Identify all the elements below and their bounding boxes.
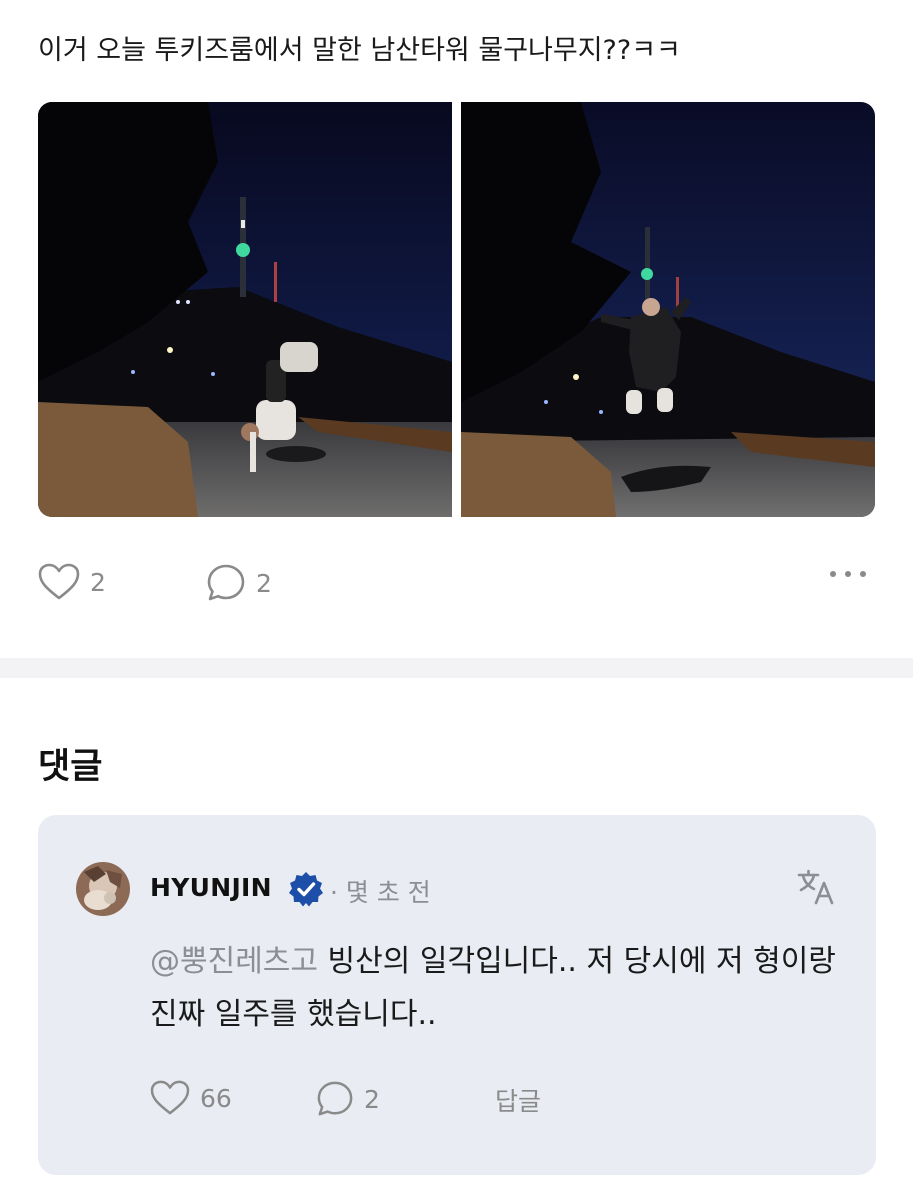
heart-icon xyxy=(150,1080,190,1115)
more-dot xyxy=(860,571,866,577)
reply-button[interactable]: 답글 xyxy=(495,1082,541,1118)
comment-bubble-icon xyxy=(207,564,245,601)
comment-body: @뿡진레츠고 빙산의 일각입니다.. 저 당시에 저 형이랑 진짜 일주를 했습… xyxy=(150,935,850,1041)
comment-like-button[interactable]: 66 xyxy=(150,1080,232,1116)
comment-timestamp: · 몇 초 전 xyxy=(330,878,431,907)
post-comment-count: 2 xyxy=(256,568,272,598)
post-text: 이거 오늘 투키즈룸에서 말한 남산타워 물구나무지??ㅋㅋ xyxy=(38,35,681,66)
comment-card: HYUNJIN · 몇 초 전 @뿡진레츠고 빙산의 일각입니다.. 저 당시에… xyxy=(38,815,876,1175)
comment-bubble-icon xyxy=(317,1081,353,1116)
more-dot xyxy=(845,571,851,577)
comment-reply-count: 2 xyxy=(364,1084,380,1114)
comment-author[interactable]: HYUNJIN xyxy=(150,873,272,902)
post-photo-left[interactable] xyxy=(38,102,452,517)
post-like-button[interactable]: 2 xyxy=(38,563,106,601)
comment-like-count: 66 xyxy=(200,1083,232,1113)
post-photo-right[interactable] xyxy=(461,102,875,517)
post-like-count: 2 xyxy=(90,567,106,597)
translate-icon[interactable] xyxy=(796,867,836,911)
verified-badge-icon xyxy=(288,871,324,911)
night-photo-handstand xyxy=(38,102,452,517)
comment-reply-count-button[interactable]: 2 xyxy=(316,1080,380,1118)
more-dot xyxy=(830,571,836,577)
section-divider xyxy=(0,658,913,678)
avatar-image xyxy=(76,862,130,916)
post-comment-button[interactable]: 2 xyxy=(206,563,272,603)
comment-actions: 66 2 답글 xyxy=(150,1080,770,1120)
more-dots-icon[interactable] xyxy=(830,571,866,577)
comments-heading: 댓글 xyxy=(38,747,103,787)
comment-mention[interactable]: @뿡진레츠고 xyxy=(150,944,318,979)
avatar[interactable] xyxy=(76,862,130,916)
night-photo-jump xyxy=(461,102,875,517)
heart-icon xyxy=(38,563,80,600)
post-actions: 2 2 xyxy=(38,563,876,605)
